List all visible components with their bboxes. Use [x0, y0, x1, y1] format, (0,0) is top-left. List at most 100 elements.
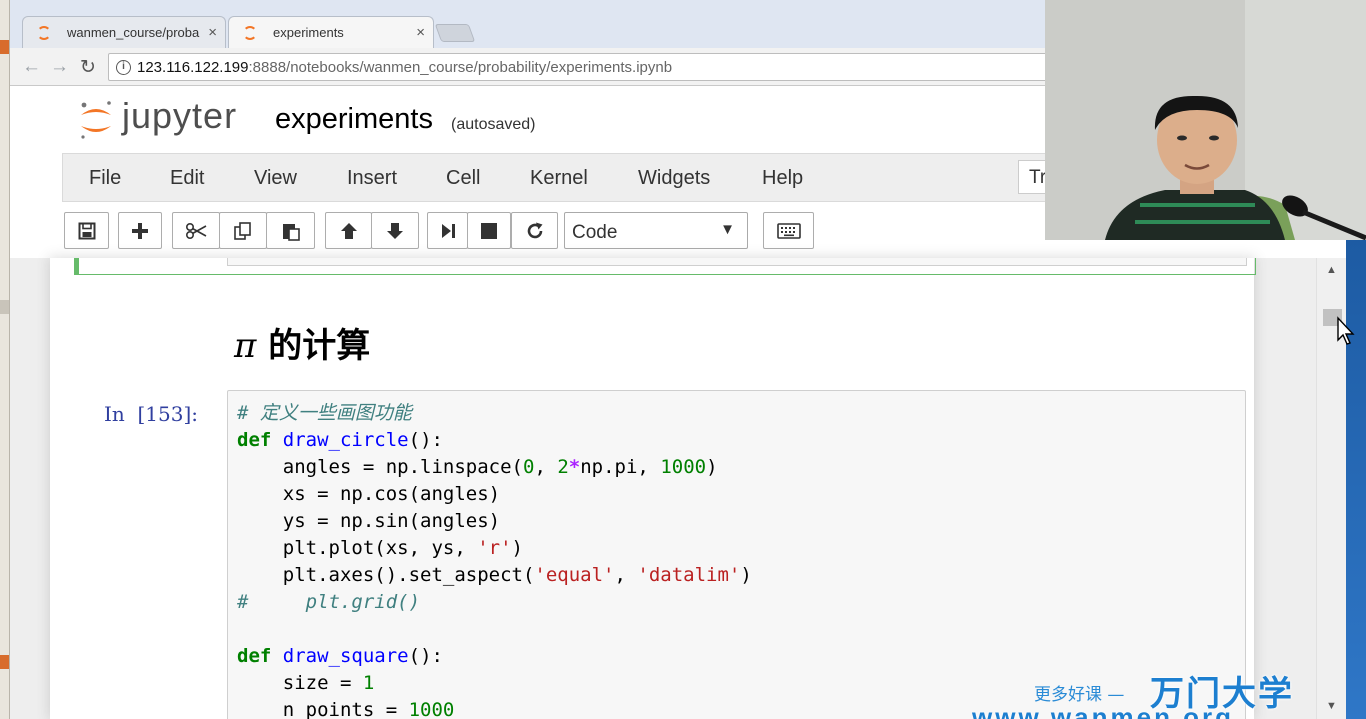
code-number: 1000 [408, 699, 455, 719]
paste-button[interactable] [266, 212, 315, 249]
code-number: 1 [362, 672, 375, 694]
cell-type-select[interactable]: Code ▼ [564, 212, 748, 249]
autosave-status: (autosaved) [451, 116, 536, 133]
run-cell-button[interactable] [427, 212, 468, 249]
code-text: plt.plot(xs, ys, [237, 537, 478, 559]
code-keyword: def [237, 645, 272, 667]
close-tab-icon[interactable]: × [416, 24, 425, 41]
move-down-button[interactable] [371, 212, 419, 249]
code-comment: # 定义一些画图功能 [237, 402, 412, 424]
scroll-down-icon[interactable]: ▼ [1326, 700, 1337, 712]
arrow-down-icon [387, 222, 403, 239]
code-function-name: draw_square [282, 645, 409, 667]
menu-cell[interactable]: Cell [446, 167, 480, 190]
scroll-up-icon[interactable]: ▲ [1326, 264, 1337, 276]
desktop-marker [0, 300, 9, 314]
code-text: np.pi, [580, 456, 661, 478]
tab-title: wanmen_course/proba [67, 25, 200, 40]
code-function-name: draw_circle [282, 429, 409, 451]
tab-title: experiments [273, 25, 344, 40]
paste-icon [282, 223, 300, 241]
forward-arrow-icon[interactable]: → [50, 56, 69, 78]
code-editor[interactable]: # 定义一些画图功能 def draw_circle(): angles = n… [237, 400, 752, 719]
code-text: n_points = [237, 699, 409, 719]
close-tab-icon[interactable]: × [208, 24, 217, 41]
insert-cell-button[interactable] [118, 212, 162, 249]
arrow-up-icon [340, 222, 357, 239]
code-string: 'datalim' [637, 564, 741, 586]
restart-icon [527, 222, 542, 238]
code-text: size = [237, 672, 363, 694]
copy-button[interactable] [219, 212, 267, 249]
menu-view[interactable]: View [254, 167, 297, 190]
interrupt-kernel-button[interactable] [467, 212, 511, 249]
code-text: ) [706, 456, 718, 478]
tab-experiments[interactable]: experiments × [228, 16, 434, 48]
cut-icon [185, 222, 207, 239]
tab-notebook-list[interactable]: wanmen_course/proba × [22, 16, 226, 48]
code-text: ) [511, 537, 523, 559]
reload-icon[interactable]: ↻ [80, 56, 96, 79]
heading-text: 的计算 [256, 326, 371, 366]
new-tab-button[interactable] [434, 24, 476, 42]
stop-icon [481, 222, 497, 239]
screen: { "browser": { "tabs": [ {"title": "wanm… [0, 0, 1366, 719]
save-button[interactable] [64, 212, 109, 249]
code-text: (): [408, 645, 443, 667]
code-text: (): [408, 429, 443, 451]
site-info-icon[interactable]: i [116, 60, 131, 75]
mouse-cursor-icon [1337, 316, 1355, 345]
run-icon [441, 223, 455, 238]
previous-cell-input[interactable] [227, 258, 1247, 266]
jupyter-wordmark[interactable]: jupyter [122, 95, 237, 137]
cut-button[interactable] [172, 212, 220, 249]
markdown-heading[interactable]: π 的计算 [234, 318, 370, 367]
code-text: xs = np.cos(angles) [237, 483, 501, 505]
menu-edit[interactable]: Edit [170, 167, 204, 190]
presenter-video [1045, 0, 1366, 240]
code-text: plt.axes().set_aspect( [237, 564, 535, 586]
previous-cell[interactable] [74, 258, 1256, 275]
command-palette-button[interactable] [763, 212, 814, 249]
copy-icon [234, 221, 251, 240]
back-arrow-icon[interactable]: ← [22, 56, 41, 78]
code-string: 'r' [477, 537, 512, 559]
address-bar[interactable]: i 123.116.122.199:8888/notebooks/wanmen_… [108, 53, 1048, 81]
desktop-left-edge [0, 0, 10, 719]
url-host: 123.116.122.199 [137, 59, 249, 76]
notebook-title[interactable]: experiments [275, 103, 433, 136]
menu-file[interactable]: File [89, 167, 121, 190]
jupyter-favicon-icon [243, 26, 257, 40]
code-operator: * [568, 456, 581, 478]
code-text: , [534, 456, 558, 478]
jupyter-favicon-icon [37, 26, 51, 40]
code-number: 0 [522, 456, 535, 478]
code-number: 2 [557, 456, 569, 478]
plus-icon [132, 222, 148, 239]
code-text: ys = np.sin(angles) [237, 510, 501, 532]
desktop-marker [0, 655, 9, 669]
restart-kernel-button[interactable] [511, 212, 558, 249]
chevron-down-icon: ▼ [720, 221, 735, 238]
code-keyword: def [237, 429, 272, 451]
menu-widgets[interactable]: Widgets [638, 167, 710, 190]
desktop-right-edge [1346, 240, 1366, 719]
menu-help[interactable]: Help [762, 167, 803, 190]
code-comment: # plt.grid() [237, 591, 421, 613]
keyboard-icon [776, 222, 801, 239]
jupyter-logo-icon[interactable] [78, 99, 114, 141]
save-icon [78, 222, 95, 239]
url-path: :8888/notebooks/wanmen_course/probabilit… [248, 59, 673, 76]
code-text: angles = np.linspace( [237, 456, 523, 478]
menu-insert[interactable]: Insert [347, 167, 397, 190]
desktop-marker [0, 40, 9, 54]
pi-symbol: π [234, 326, 257, 366]
code-string: 'equal' [534, 564, 615, 586]
cell-type-value: Code [572, 222, 618, 243]
code-text: , [614, 564, 638, 586]
menu-kernel[interactable]: Kernel [530, 167, 588, 190]
cell-prompt: In [153]: [104, 402, 199, 426]
code-number: 1000 [660, 456, 707, 478]
move-up-button[interactable] [325, 212, 372, 249]
webcam-overlay [1045, 0, 1366, 240]
